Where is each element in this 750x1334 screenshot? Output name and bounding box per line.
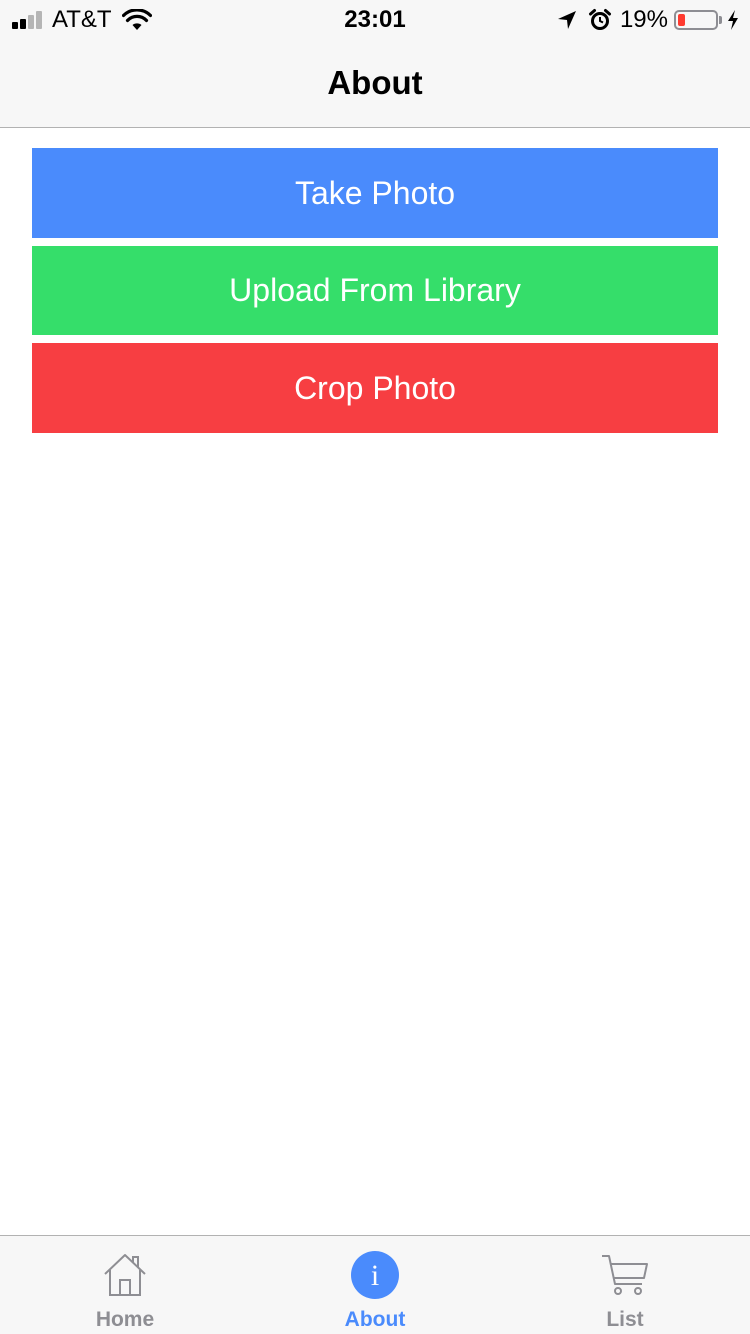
take-photo-button[interactable]: Take Photo [32, 148, 718, 238]
location-icon [557, 11, 576, 29]
tab-bar: Home i About List [0, 1235, 750, 1334]
tab-list[interactable]: List [500, 1236, 750, 1334]
charging-icon [728, 10, 738, 30]
home-icon [104, 1254, 146, 1296]
upload-from-library-button[interactable]: Upload From Library [32, 246, 718, 335]
status-right: 19% [556, 6, 740, 34]
alarm-icon [588, 9, 611, 30]
tab-list-label: List [606, 1308, 644, 1331]
tab-home-label: Home [95, 1308, 155, 1331]
cart-icon [602, 1255, 648, 1295]
svg-text:i: i [371, 1259, 379, 1292]
battery-icon [674, 10, 718, 30]
tab-home[interactable]: Home [0, 1236, 250, 1334]
battery-percent: 19% [619, 6, 668, 33]
page-title: About [327, 64, 423, 101]
app-screen: AT&T 23:01 19% About Take Photo Upload F… [0, 0, 750, 1334]
status-bar: AT&T 23:01 19% [0, 0, 750, 40]
battery-level-fill [678, 14, 685, 26]
info-icon: i [351, 1251, 399, 1299]
battery-nub [719, 16, 722, 24]
tab-about-label: About [344, 1308, 406, 1331]
crop-photo-button[interactable]: Crop Photo [32, 343, 718, 433]
tab-about[interactable]: i About [250, 1236, 500, 1334]
navigation-bar: About [0, 40, 750, 128]
